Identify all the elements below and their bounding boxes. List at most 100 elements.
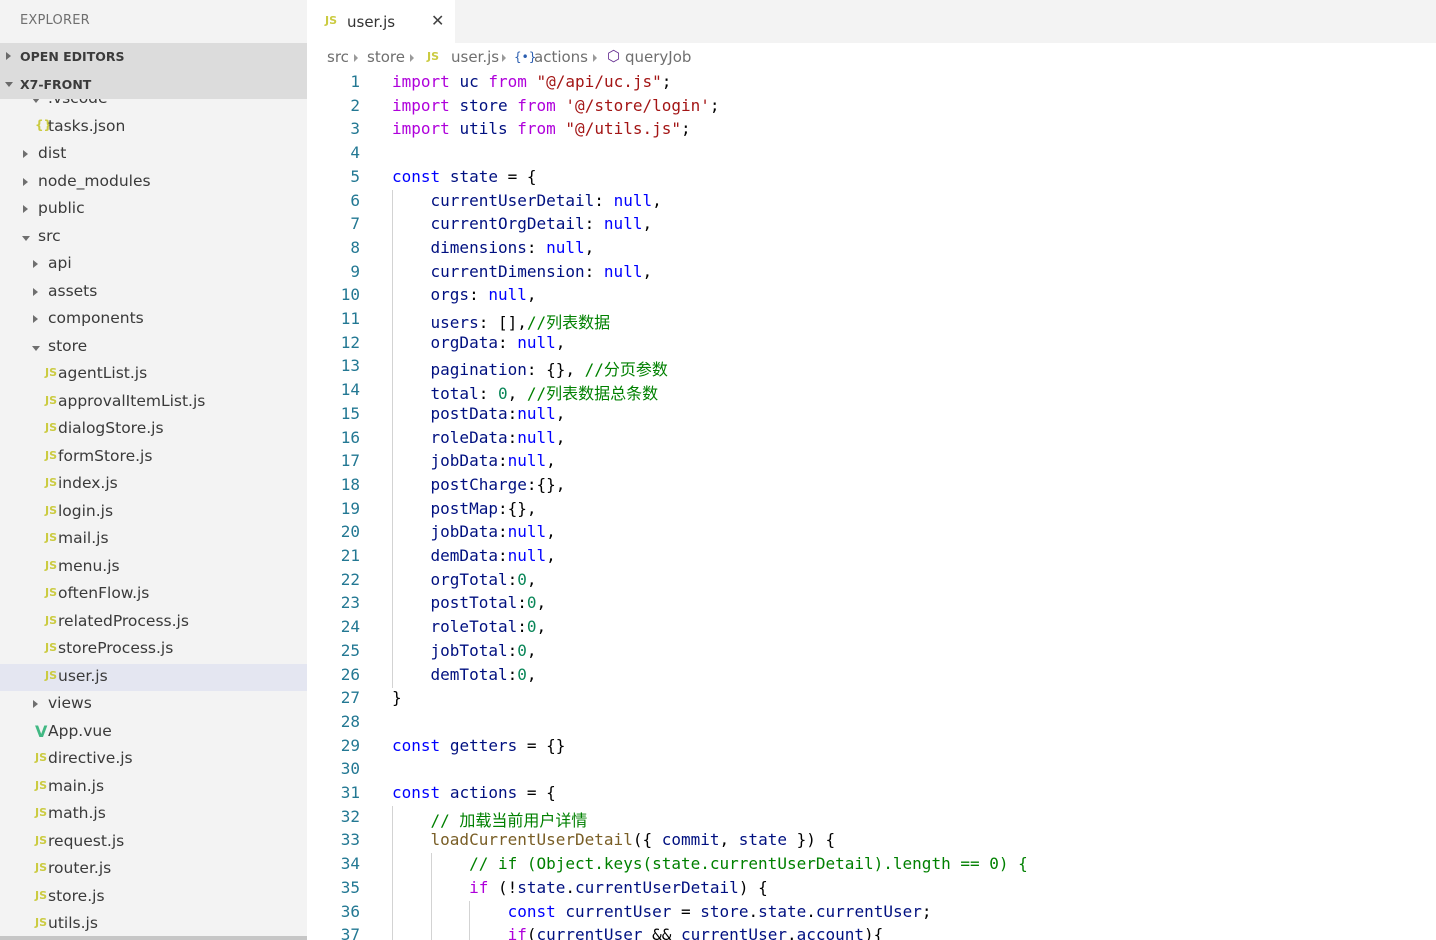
- code-line[interactable]: 15 postData:null,: [307, 402, 1436, 427]
- tree-item-label: storeProcess.js: [58, 639, 174, 657]
- tree-item-views[interactable]: views: [0, 691, 307, 718]
- tree-item-main-js[interactable]: JS main.js: [0, 774, 307, 801]
- code-line[interactable]: 25 jobTotal:0,: [307, 639, 1436, 664]
- javascript-file-icon: JS: [35, 888, 48, 902]
- code-line[interactable]: 23 postTotal:0,: [307, 592, 1436, 617]
- code-line[interactable]: 17 jobData:null,: [307, 450, 1436, 475]
- code-line[interactable]: 18 postCharge:{},: [307, 473, 1436, 498]
- tree-item-label: menu.js: [58, 556, 120, 575]
- tree-item-oftenflow-js[interactable]: JS oftenFlow.js: [0, 581, 307, 608]
- code-line[interactable]: 37 if(currentUser && currentUser.account…: [307, 924, 1436, 940]
- code-line[interactable]: 22 orgTotal:0,: [307, 568, 1436, 593]
- breadcrumb-item-actions[interactable]: actions: [534, 48, 588, 66]
- tab-user-js[interactable]: JS user.js ✕: [307, 0, 455, 43]
- tree-item-router-js[interactable]: JS router.js: [0, 856, 307, 883]
- code-text: postCharge:{},: [430, 474, 566, 494]
- tree-item-dialogstore-js[interactable]: JS dialogStore.js: [0, 416, 307, 443]
- code-line[interactable]: 11 users: [],//列表数据: [307, 308, 1436, 332]
- tree-item-request-js[interactable]: JS request.js: [0, 829, 307, 856]
- code-line[interactable]: 24 roleTotal:0,: [307, 616, 1436, 641]
- code-line[interactable]: 36 const currentUser = store.state.curre…: [307, 900, 1436, 925]
- tree-item-storeprocess-js[interactable]: JS storeProcess.js: [0, 636, 307, 663]
- code-line[interactable]: 13 pagination: {}, //分页参数: [307, 355, 1436, 380]
- code-line[interactable]: 19 postMap:{},: [307, 497, 1436, 522]
- code-line[interactable]: 10 orgs: null,: [307, 284, 1436, 309]
- code-line[interactable]: 35 if (!state.currentUserDetail) {: [307, 876, 1436, 901]
- code-line[interactable]: 28: [307, 711, 1436, 735]
- breadcrumb-item-file[interactable]: user.js: [451, 48, 499, 66]
- code-line[interactable]: 26 demTotal:0,: [307, 663, 1436, 688]
- code-line[interactable]: 5 const state = {: [307, 166, 1436, 190]
- breadcrumb-item-queryjob[interactable]: queryJob: [625, 48, 691, 66]
- code-line[interactable]: 2 import store from '@/store/login';: [307, 95, 1436, 119]
- tree-item-login-js[interactable]: JS login.js: [0, 499, 307, 526]
- tree-item-components[interactable]: components: [0, 306, 307, 333]
- code-line[interactable]: 20 jobData:null,: [307, 521, 1436, 546]
- horizontal-scrollbar[interactable]: [0, 936, 307, 940]
- tree-item-label: formStore.js: [58, 446, 153, 465]
- line-number: 31: [340, 783, 360, 802]
- close-icon[interactable]: ✕: [431, 11, 444, 30]
- tree-item-node-modules[interactable]: node_modules: [0, 169, 307, 196]
- tree-item-vscode[interactable]: .vscode: [0, 99, 307, 113]
- code-line[interactable]: 16 roleData:null,: [307, 426, 1436, 451]
- tree-item-user-js[interactable]: JS user.js: [0, 663, 307, 691]
- tree-item-dist[interactable]: dist: [0, 141, 307, 168]
- code-line[interactable]: 14 total: 0, //列表数据总条数: [307, 379, 1436, 404]
- code-line[interactable]: 8 dimensions: null,: [307, 236, 1436, 261]
- code-line[interactable]: 9 currentDimension: null,: [307, 260, 1436, 285]
- tree-item-relatedprocess-js[interactable]: JS relatedProcess.js: [0, 609, 307, 636]
- tree-item-store[interactable]: store: [0, 334, 307, 361]
- tree-item-mail-js[interactable]: JS mail.js: [0, 526, 307, 553]
- open-editors-section-header[interactable]: OPEN EDITORS: [0, 43, 307, 71]
- code-line[interactable]: 6 currentUserDetail: null,: [307, 189, 1436, 214]
- code-line[interactable]: 4: [307, 142, 1436, 166]
- tree-item-approvalitemlist-js[interactable]: JS approvalItemList.js: [0, 389, 307, 416]
- tree-item-index-js[interactable]: JS index.js: [0, 471, 307, 498]
- code-editor[interactable]: 1 import uc from "@/api/uc.js"; 2 import st…: [307, 71, 1436, 940]
- code-line[interactable]: 12 orgData: null,: [307, 331, 1436, 356]
- tree-item-assets[interactable]: assets: [0, 279, 307, 306]
- javascript-file-icon: JS: [35, 916, 48, 929]
- code-line[interactable]: 29 const getters = {}: [307, 735, 1436, 759]
- code-line[interactable]: 1 import uc from "@/api/uc.js";: [307, 71, 1436, 95]
- code-text: // if (Object.keys(state.currentUserDeta…: [469, 854, 1028, 874]
- tree-item-directive-js[interactable]: JS directive.js: [0, 746, 307, 773]
- tree-item-app-vue[interactable]: V App.vue: [0, 719, 307, 746]
- tree-item-math-js[interactable]: JS math.js: [0, 801, 307, 828]
- line-number: 26: [340, 664, 360, 684]
- breadcrumb-item-src[interactable]: src: [327, 48, 349, 66]
- code-line[interactable]: 32 // 加载当前用户详情: [307, 805, 1436, 830]
- code-line[interactable]: 33 loadCurrentUserDetail({ commit, state…: [307, 829, 1436, 854]
- tree-item-store-js[interactable]: JS store.js: [0, 884, 307, 911]
- tree-item-agentlist-js[interactable]: JS agentList.js: [0, 361, 307, 388]
- breadcrumb-item-store[interactable]: store: [367, 48, 405, 66]
- javascript-file-icon: JS: [45, 476, 58, 489]
- code-text: roleTotal:0,: [430, 617, 547, 637]
- tree-item-utils-js[interactable]: JS utils.js: [0, 911, 307, 937]
- tree-item-tasks-json[interactable]: {} tasks.json: [0, 114, 307, 141]
- line-number: 30: [340, 759, 360, 779]
- tree-item-api[interactable]: api: [0, 251, 307, 278]
- code-text: dimensions: null,: [430, 237, 595, 257]
- code-line[interactable]: 21 demData:null,: [307, 545, 1436, 569]
- code-text: import uc from "@/api/uc.js";: [392, 72, 672, 91]
- tree-item-label: index.js: [58, 474, 118, 492]
- tree-item-formstore-js[interactable]: JS formStore.js: [0, 444, 307, 471]
- tree-item-menu-js[interactable]: JS menu.js: [0, 554, 307, 581]
- code-line[interactable]: 31 const actions = {: [307, 782, 1436, 806]
- code-line[interactable]: 27}: [307, 687, 1436, 711]
- tree-item-public[interactable]: public: [0, 196, 307, 223]
- code-line[interactable]: 30: [307, 758, 1436, 782]
- line-number: 5: [350, 166, 360, 186]
- code-line[interactable]: 7 currentOrgDetail: null,: [307, 213, 1436, 238]
- project-section-header[interactable]: X7-FRONT: [0, 71, 307, 99]
- tree-item-label: .vscode: [48, 99, 108, 107]
- code-line[interactable]: 3 import utils from "@/utils.js";: [307, 118, 1436, 142]
- tree-item-src[interactable]: src: [0, 224, 307, 251]
- code-text: postData:null,: [430, 403, 566, 423]
- code-line[interactable]: 34 // if (Object.keys(state.currentUserD…: [307, 853, 1436, 878]
- code-text: currentOrgDetail: null,: [430, 214, 653, 234]
- line-number: 20: [340, 522, 360, 542]
- line-number: 34: [340, 854, 360, 874]
